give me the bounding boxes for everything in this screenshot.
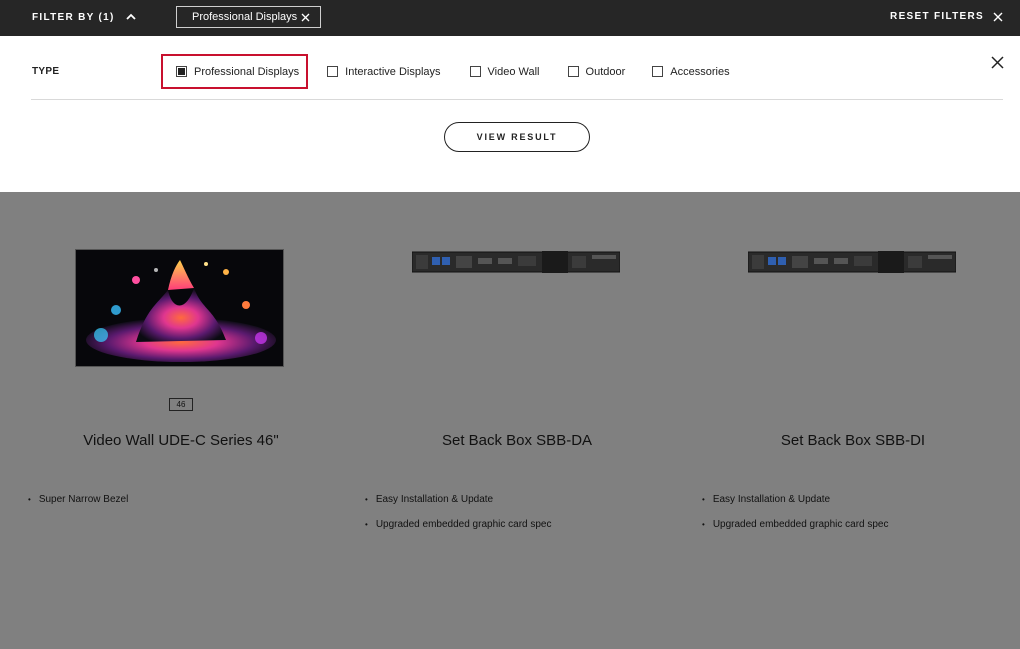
checkbox-outdoor[interactable]: Outdoor (567, 54, 626, 89)
feature-item: Easy Installation & Update (365, 494, 551, 519)
checkbox-label: Video Wall (487, 65, 540, 78)
feature-list: Easy Installation & Update Upgraded embe… (365, 494, 552, 544)
product-title[interactable]: Set Back Box SBB-DA (347, 432, 687, 449)
active-filter-chip[interactable]: Professional Displays (176, 6, 321, 28)
checkbox-label: Accessories (670, 65, 730, 78)
checkbox-box[interactable] (567, 66, 579, 77)
filter-topbar: FILTER BY (1) Professional Displays RESE… (0, 0, 1020, 36)
feature-item: Easy Installation & Update (702, 494, 888, 519)
product-image[interactable] (75, 249, 284, 367)
feature-list: Easy Installation & Update Upgraded embe… (702, 494, 889, 544)
checkbox-interactive-displays[interactable]: Interactive Displays (327, 54, 441, 89)
type-options: Professional Displays Interactive Displa… (161, 54, 730, 89)
checkbox-box[interactable] (469, 66, 481, 77)
chevron-up-icon (126, 13, 136, 20)
checkbox-box[interactable] (176, 66, 187, 77)
close-icon (993, 12, 1003, 21)
feature-item: Upgraded embedded graphic card spec (702, 519, 889, 544)
set-back-box-image[interactable] (412, 250, 620, 274)
filter-panel: TYPE Professional Displays Interactive D… (0, 36, 1020, 192)
view-result-button[interactable]: VIEW RESULT (444, 122, 590, 152)
checkbox-professional-displays[interactable]: Professional Displays (161, 54, 309, 89)
checkbox-video-wall[interactable]: Video Wall (469, 54, 540, 89)
checkbox-label: Professional Displays (194, 65, 300, 78)
product-title[interactable]: Video Wall UDE-C Series 46" (11, 432, 351, 449)
checkbox-box[interactable] (652, 66, 664, 77)
close-icon[interactable] (991, 56, 1004, 69)
feature-list: Super Narrow Bezel (28, 494, 128, 519)
checkbox-box[interactable] (327, 66, 339, 77)
filter-by-label: FILTER BY (1) (32, 11, 115, 23)
feature-item: Upgraded embedded graphic card spec (365, 519, 552, 544)
set-back-box-image[interactable] (748, 250, 956, 274)
reset-filters-button[interactable]: RESET FILTERS (890, 11, 1003, 22)
feature-item: Super Narrow Bezel (28, 494, 128, 519)
close-icon[interactable] (301, 13, 310, 22)
type-label: TYPE (32, 66, 60, 77)
filter-by-toggle[interactable]: FILTER BY (1) (32, 11, 137, 23)
paint-splash-image (76, 250, 283, 366)
checkbox-accessories[interactable]: Accessories (652, 54, 730, 89)
checkbox-label: Interactive Displays (345, 65, 441, 78)
reset-filters-label: RESET FILTERS (890, 11, 984, 22)
size-option-badge[interactable]: 46 (169, 398, 193, 411)
active-filter-chip-label: Professional Displays (192, 11, 298, 23)
product-title[interactable]: Set Back Box SBB-DI (683, 432, 1020, 449)
checkbox-label: Outdoor (585, 65, 626, 78)
divider (31, 99, 1003, 100)
